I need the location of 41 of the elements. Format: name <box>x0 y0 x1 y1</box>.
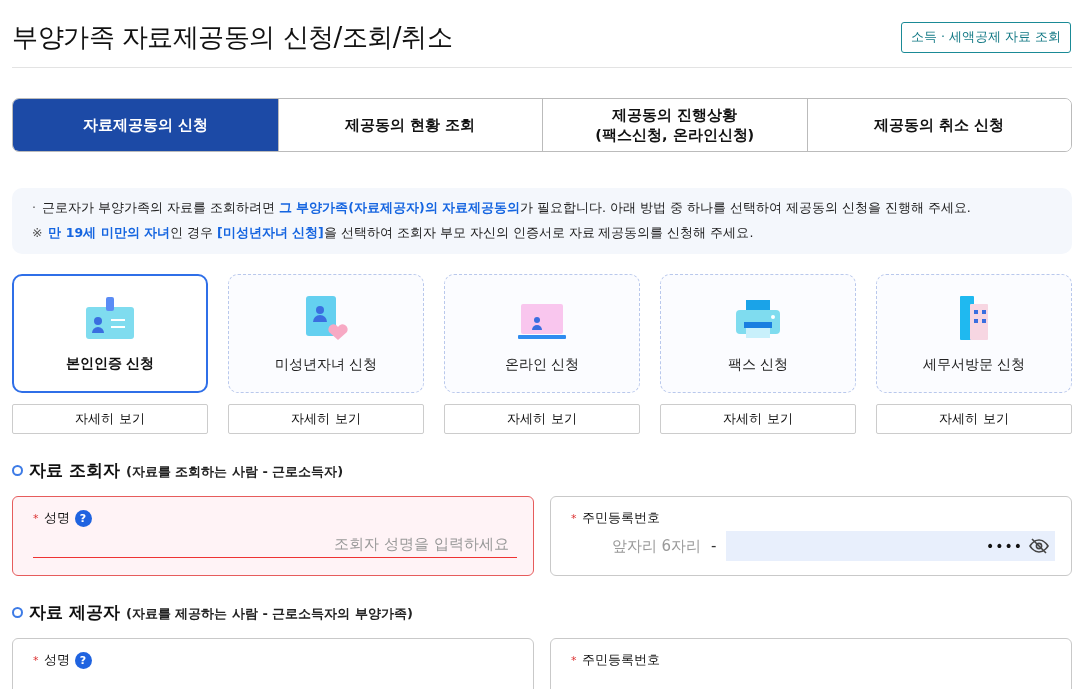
field-label: 성명 <box>43 509 70 527</box>
details-button[interactable]: 자세히 보기 <box>660 404 856 434</box>
field-label: 성명 <box>43 651 70 669</box>
separator: - <box>711 537 717 555</box>
bullet: · <box>32 200 36 217</box>
details-button[interactable]: 자세히 보기 <box>876 404 1072 434</box>
section-subtitle: (자료를 제공하는 사람 - 근로소득자의 부양가족) <box>125 605 413 623</box>
section-bullet-icon <box>12 465 23 476</box>
section-bullet-icon <box>12 607 23 618</box>
method-card[interactable]: 팩스 신청 <box>660 274 856 393</box>
bullet: ※ <box>32 225 43 242</box>
deduction-lookup-button[interactable]: 소득 · 세액공제 자료 조회 <box>901 22 1071 53</box>
tab[interactable]: 자료제공동의 신청 <box>13 99 278 151</box>
method-card[interactable]: 본인인증 신청 <box>12 274 208 393</box>
name-field[interactable]: * 성명 ? <box>12 638 534 689</box>
help-icon[interactable]: ? <box>74 509 92 527</box>
field-label: 주민등록번호 <box>581 651 660 669</box>
name-field[interactable]: * 성명 ? 조회자 성명을 입력하세요 <box>12 496 534 576</box>
method-card[interactable]: 세무서방문 신청 <box>876 274 1072 393</box>
notice-text: 근로자가 부양가족의 자료를 조회하려면 그 부양가족(자료제공자)의 자료제공동의가 필요합니다. 아래 방법 중 하나를 선택하여 제공동의 신청을 진행해 주세요. <box>42 200 971 217</box>
section-title: 자료 제공자 <box>29 601 120 624</box>
details-button[interactable]: 자세히 보기 <box>228 404 424 434</box>
help-icon[interactable]: ? <box>74 651 92 669</box>
hide-password-icon[interactable] <box>1029 538 1049 554</box>
page-title: 부양가족 자료제공동의 신청/조회/취소 <box>12 21 453 54</box>
field-label: 주민등록번호 <box>581 509 660 527</box>
details-button[interactable]: 자세히 보기 <box>444 404 640 434</box>
id-back-input[interactable]: •••• <box>726 531 1055 561</box>
id-card-icon <box>84 295 136 341</box>
section-subtitle: (자료를 조회하는 사람 - 근로소득자) <box>125 463 344 481</box>
required-mark: * <box>33 511 39 525</box>
laptop-icon <box>517 302 567 342</box>
section-title: 자료 조회자 <box>29 459 120 482</box>
details-button[interactable]: 자세히 보기 <box>12 404 208 434</box>
required-mark: * <box>33 653 39 667</box>
notice-text: 만 19세 미만의 자녀인 경우 [미성년자녀 신청]을 선택하여 조회자 부모 자신의 인증서로 자료 제공동의를 신청해 주세요. <box>48 225 754 242</box>
required-mark: * <box>571 511 577 525</box>
tab[interactable]: 제공동의 취소 신청 <box>806 99 1071 151</box>
method-card[interactable]: 온라인 신청 <box>444 274 640 393</box>
required-mark: * <box>571 653 577 667</box>
method-card[interactable]: 미성년자녀 신청 <box>228 274 424 393</box>
